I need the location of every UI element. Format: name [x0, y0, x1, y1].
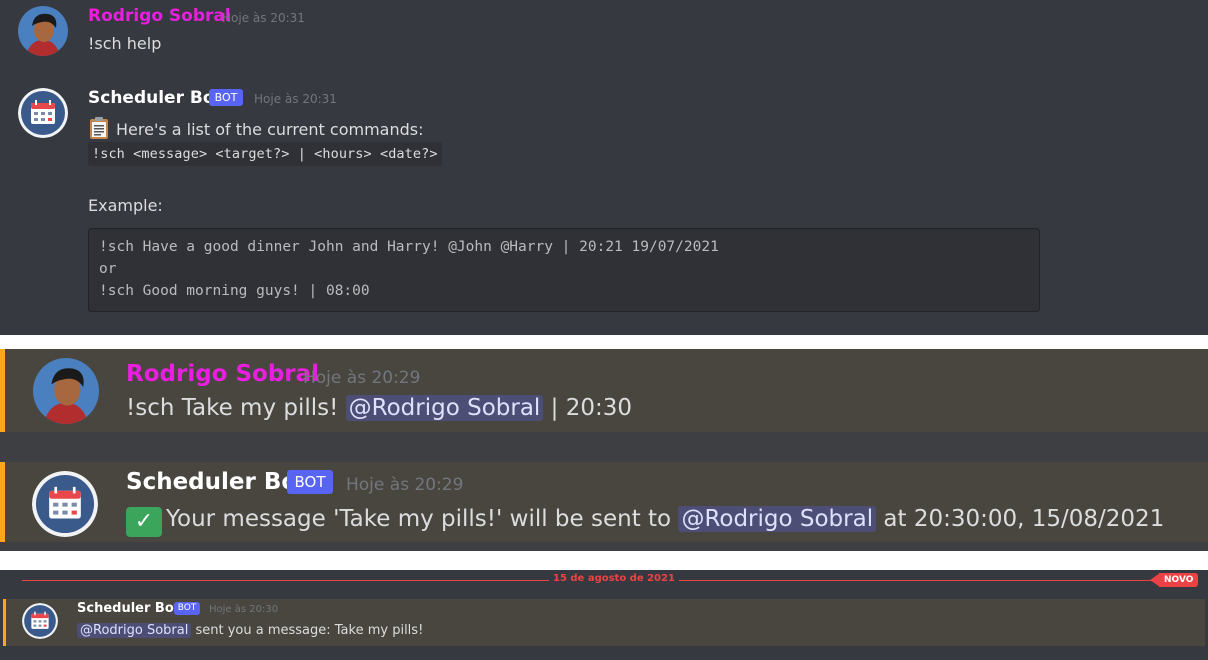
bot-avatar[interactable]: [18, 88, 68, 138]
code-line: !sch Have a good dinner John and Harry! …: [99, 239, 719, 255]
message-separator: [0, 542, 1208, 551]
user-mention[interactable]: @Rodrigo Sobral: [77, 623, 192, 638]
code-line: or: [99, 261, 117, 277]
message-author[interactable]: Scheduler Bot: [77, 601, 180, 616]
message-timestamp[interactable]: Hoje às 20:29: [346, 475, 463, 495]
user-avatar[interactable]: [18, 6, 68, 56]
message-text: | 20:30: [543, 395, 632, 421]
message-content: !sch help: [88, 34, 162, 53]
message-text: at 20:30:00, 15/08/2021: [876, 506, 1165, 532]
message-timestamp[interactable]: Hoje às 20:30: [209, 604, 278, 615]
message-author[interactable]: Rodrigo Sobral: [88, 6, 231, 26]
calendar-icon: [18, 88, 68, 138]
clipboard-icon: [90, 117, 108, 139]
mention-highlight-bar: [0, 462, 5, 542]
divider-date: 15 de agosto de 2021: [549, 573, 679, 584]
message-timestamp[interactable]: Hoje às 20:31: [254, 92, 337, 106]
bot-avatar[interactable]: [32, 471, 98, 537]
message-author[interactable]: Rodrigo Sobral: [126, 361, 319, 387]
message-content: !sch Take my pills! @Rodrigo Sobral | 20…: [126, 395, 632, 421]
chat-panel-help: Rodrigo Sobral Hoje às 20:31 !sch help S…: [0, 0, 1208, 335]
message-text: Your message 'Take my pills!' will be se…: [166, 506, 679, 532]
message-timestamp[interactable]: Hoje às 20:29: [303, 368, 420, 388]
bot-badge: BOT: [209, 89, 243, 106]
message-content: Here's a list of the current commands:: [88, 116, 423, 140]
message-text: !sch Take my pills!: [126, 395, 346, 421]
code-line: !sch Good morning guys! | 08:00: [99, 283, 370, 299]
user-avatar[interactable]: [33, 358, 99, 424]
bot-badge: BOT: [287, 470, 333, 494]
check-mark-icon: ✓: [126, 507, 162, 537]
user-mention[interactable]: @Rodrigo Sobral: [678, 506, 877, 532]
user-avatar-image: [18, 6, 68, 56]
message-content: ✓ Your message 'Take my pills!' will be s…: [126, 506, 1164, 537]
chat-panel-schedule: Rodrigo Sobral Hoje às 20:29 !sch Take m…: [0, 349, 1208, 551]
message-author[interactable]: Scheduler Bot: [88, 88, 223, 108]
calendar-icon: [32, 471, 98, 537]
user-mention[interactable]: @Rodrigo Sobral: [345, 395, 544, 421]
mention-highlight-bar: [0, 349, 5, 432]
user-avatar-image: [33, 358, 99, 424]
bot-avatar[interactable]: [22, 603, 58, 639]
mentioned-message-row[interactable]: Rodrigo Sobral Hoje às 20:29 !sch Take m…: [0, 349, 1208, 432]
inline-code: !sch <message> <target?> | <hours> <date…: [88, 142, 442, 166]
code-block: !sch Have a good dinner John and Harry! …: [88, 228, 1040, 312]
message-text: sent you a message: Take my pills!: [191, 623, 424, 638]
example-label: Example:: [88, 196, 163, 215]
mentioned-message-row[interactable]: Scheduler Bot BOT Hoje às 20:30 @Rodrigo…: [3, 599, 1205, 646]
bot-badge: BOT: [174, 602, 200, 615]
message-author[interactable]: Scheduler Bot: [126, 469, 308, 495]
message-text: Here's a list of the current commands:: [116, 120, 424, 139]
mentioned-message-row[interactable]: Scheduler Bot BOT Hoje às 20:29 ✓ Your me…: [0, 462, 1208, 542]
new-badge-label: NOVO: [1159, 573, 1199, 587]
chat-panel-reminder: 15 de agosto de 2021 NOVO Scheduler Bot …: [0, 570, 1208, 660]
message-timestamp[interactable]: Hoje às 20:31: [222, 11, 305, 25]
message-separator: [0, 432, 1208, 462]
calendar-icon: [22, 603, 58, 639]
mention-highlight-bar: [3, 599, 6, 646]
message-content: @Rodrigo Sobral sent you a message: Take…: [77, 623, 423, 638]
